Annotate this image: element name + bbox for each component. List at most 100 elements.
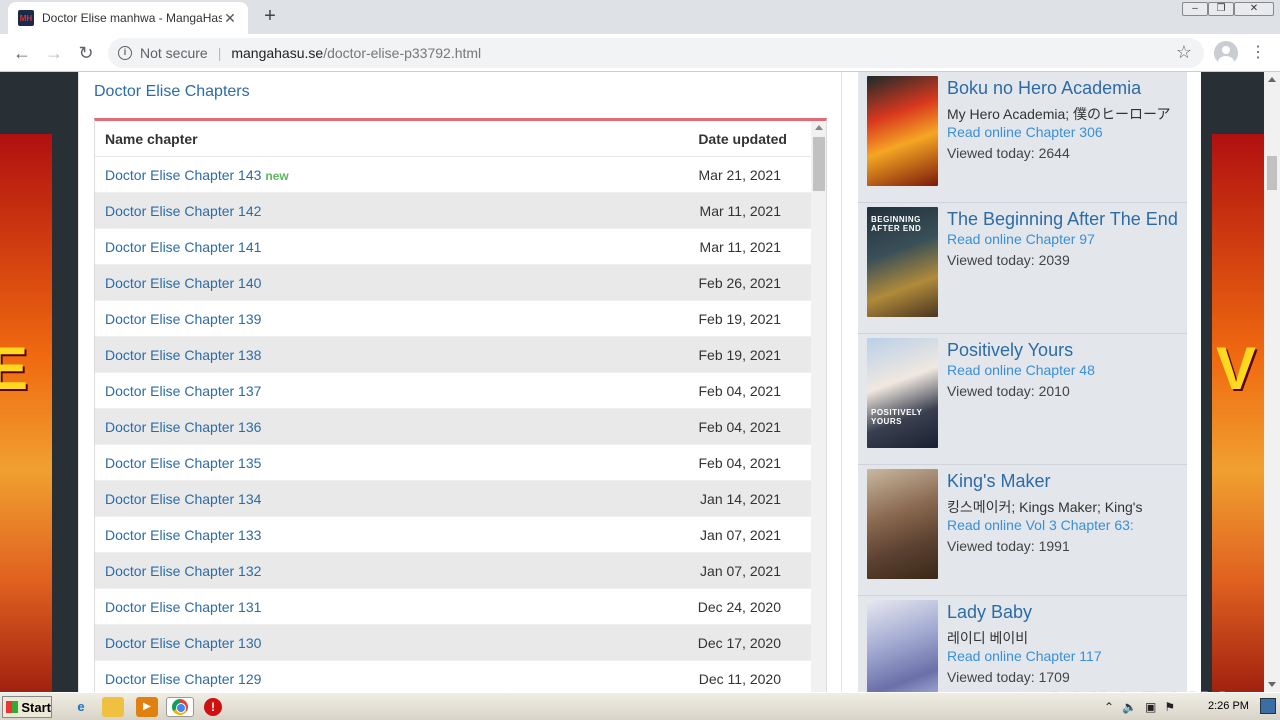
chapter-date: Feb 04, 2021 <box>698 383 781 399</box>
viewed-today-count: Viewed today: 2010 <box>947 383 1070 399</box>
scroll-up-arrow-icon[interactable] <box>1268 77 1276 82</box>
chapter-name: Doctor Elise Chapter 142 <box>105 203 262 219</box>
media-player-icon[interactable]: ▶ <box>136 697 158 717</box>
tab-close-icon[interactable]: ✕ <box>222 10 238 27</box>
scrollbar-thumb[interactable] <box>813 137 825 191</box>
taskbar-clock[interactable]: 2:26 PM <box>1208 700 1249 712</box>
maximize-button[interactable]: ❐ <box>1208 2 1234 16</box>
table-row: Doctor Elise Chapter 134 Jan 14, 2021 <box>95 481 811 517</box>
chapter-link[interactable]: Doctor Elise Chapter 137 <box>105 383 261 399</box>
window-close-button[interactable]: ✕ <box>1234 2 1274 16</box>
chapter-link[interactable]: Doctor Elise Chapter 141 <box>105 239 261 255</box>
show-desktop-button[interactable] <box>1260 698 1276 714</box>
chapter-link[interactable]: Doctor Elise Chapter 130 <box>105 635 261 651</box>
read-online-link[interactable]: Read online Chapter 306 <box>947 124 1103 140</box>
read-online-link[interactable]: Read online Chapter 48 <box>947 362 1095 378</box>
manga-cover-image[interactable]: POSITIVELY YOURS <box>867 338 938 448</box>
chapter-link[interactable]: Doctor Elise Chapter 134 <box>105 491 261 507</box>
table-row: Doctor Elise Chapter 135 Feb 04, 2021 <box>95 445 811 481</box>
chapter-link[interactable]: Doctor Elise Chapter 133 <box>105 527 261 543</box>
chapter-link[interactable]: Doctor Elise Chapter 142 <box>105 203 261 219</box>
chapter-name: Doctor Elise Chapter 131 <box>105 599 262 615</box>
manga-title-link[interactable]: Lady Baby <box>947 602 1032 623</box>
chapter-link[interactable]: Doctor Elise Chapter 139 <box>105 311 261 327</box>
windows-flag-icon <box>6 701 19 713</box>
stop-sign-icon[interactable]: ! <box>204 698 222 716</box>
url-host: mangahasu.se <box>231 45 324 61</box>
chapter-name: Doctor Elise Chapter 140 <box>105 275 262 291</box>
page-scrollbar[interactable] <box>1264 72 1280 692</box>
table-row: Doctor Elise Chapter 138 Feb 19, 2021 <box>95 337 811 373</box>
table-row: Doctor Elise Chapter 133 Jan 07, 2021 <box>95 517 811 553</box>
chapter-name: Doctor Elise Chapter 143 <box>105 167 262 183</box>
read-online-link[interactable]: Read online Vol 3 Chapter 63: <box>947 517 1134 533</box>
cover-title-text: BEGINNING AFTER END <box>871 215 922 233</box>
table-row: Doctor Elise Chapter 142 Mar 11, 2021 <box>95 193 811 229</box>
chapter-link[interactable]: Doctor Elise Chapter 132 <box>105 563 261 579</box>
manga-cover-image[interactable] <box>867 76 938 186</box>
browser-menu-icon[interactable]: ⋮ <box>1250 41 1266 65</box>
manga-title-link[interactable]: The Beginning After The End <box>947 209 1178 230</box>
chrome-icon[interactable] <box>166 697 194 717</box>
chapter-name: Doctor Elise Chapter 129 <box>105 671 262 687</box>
chapter-link[interactable]: Doctor Elise Chapter 138 <box>105 347 261 363</box>
chapter-date: Dec 17, 2020 <box>697 635 781 651</box>
chapter-name: Doctor Elise Chapter 137 <box>105 383 262 399</box>
forward-button[interactable]: → <box>42 41 66 65</box>
table-header: Name chapter Date updated <box>95 121 811 157</box>
new-tab-button[interactable]: + <box>258 4 282 28</box>
tray-expand-icon[interactable]: ⌃ <box>1104 700 1114 714</box>
scroll-down-arrow-icon[interactable] <box>1268 682 1276 687</box>
manga-alt-names: My Hero Academia; 僕のヒーローア <box>947 106 1171 122</box>
favicon-text: MH <box>19 13 33 23</box>
system-tray: ⌃ 🔈 ▣ ⚑ <box>1104 697 1175 717</box>
reload-button[interactable]: ↻ <box>74 41 98 65</box>
chapter-link[interactable]: Doctor Elise Chapter 129 <box>105 671 261 687</box>
browser-tab[interactable]: MH Doctor Elise manhwa - MangaHasu ✕ <box>8 2 248 34</box>
manga-title-link[interactable]: Positively Yours <box>947 340 1073 361</box>
network-icon[interactable]: ▣ <box>1145 700 1156 714</box>
table-row: Doctor Elise Chapter 130 Dec 17, 2020 <box>95 625 811 661</box>
chapter-link[interactable]: Doctor Elise Chapter 135 <box>105 455 261 471</box>
manga-cover-image[interactable] <box>867 600 938 692</box>
read-online-link[interactable]: Read online Chapter 97 <box>947 231 1095 247</box>
right-ad-banner[interactable]: V <box>1212 134 1264 692</box>
back-button[interactable]: ← <box>10 41 34 65</box>
scroll-up-arrow-icon[interactable] <box>815 125 823 130</box>
column-header-name: Name chapter <box>105 131 198 147</box>
chapter-link[interactable]: Doctor Elise Chapter 131 <box>105 599 261 615</box>
minimize-button[interactable]: – <box>1182 2 1208 16</box>
manga-title-link[interactable]: King's Maker <box>947 471 1050 492</box>
internet-explorer-icon[interactable]: e <box>70 697 92 717</box>
manga-cover-image[interactable]: BEGINNING AFTER END <box>867 207 938 317</box>
chapter-date: Feb 19, 2021 <box>698 311 781 327</box>
folder-icon[interactable] <box>102 697 124 717</box>
info-icon[interactable]: i <box>118 46 132 60</box>
table-row: Doctor Elise Chapter 136 Feb 04, 2021 <box>95 409 811 445</box>
manga-title-link[interactable]: Boku no Hero Academia <box>947 78 1141 99</box>
read-online-link[interactable]: Read online Chapter 117 <box>947 648 1102 664</box>
profile-avatar-icon[interactable] <box>1214 41 1238 65</box>
chapter-date: Jan 07, 2021 <box>700 563 781 579</box>
start-button[interactable]: Start <box>2 696 52 718</box>
table-row: Doctor Elise Chapter 131 Dec 24, 2020 <box>95 589 811 625</box>
chapter-link[interactable]: Doctor Elise Chapter 136 <box>105 419 261 435</box>
manga-card: Lady Baby 레이디 베이비 Read online Chapter 117 V… <box>858 596 1187 692</box>
action-center-flag-icon[interactable]: ⚑ <box>1164 700 1175 714</box>
url-path: /doctor-elise-p33792.html <box>323 45 482 61</box>
chapter-name: Doctor Elise Chapter 139 <box>105 311 262 327</box>
chapters-table: Name chapter Date updated Doctor Elise C… <box>94 118 827 692</box>
bookmark-star-icon[interactable]: ☆ <box>1176 42 1192 63</box>
scrollbar-thumb[interactable] <box>1267 156 1277 190</box>
chapter-date: Feb 04, 2021 <box>698 419 781 435</box>
volume-icon[interactable]: 🔈 <box>1122 700 1137 714</box>
manga-cover-image[interactable] <box>867 469 938 579</box>
table-scrollbar[interactable] <box>811 121 826 692</box>
manga-card: POSITIVELY YOURS Positively Yours Read onl… <box>858 334 1187 465</box>
chapter-link[interactable]: Doctor Elise Chapter 140 <box>105 275 261 291</box>
left-ad-banner[interactable]: E <box>0 134 52 692</box>
manga-alt-names: 레이디 베이비 <box>947 630 1029 646</box>
section-title: Doctor Elise Chapters <box>94 83 250 100</box>
chapter-link[interactable]: Doctor Elise Chapter 143 new <box>105 167 289 183</box>
address-bar[interactable]: i Not secure | mangahasu.se/doctor-elise… <box>108 38 1204 68</box>
